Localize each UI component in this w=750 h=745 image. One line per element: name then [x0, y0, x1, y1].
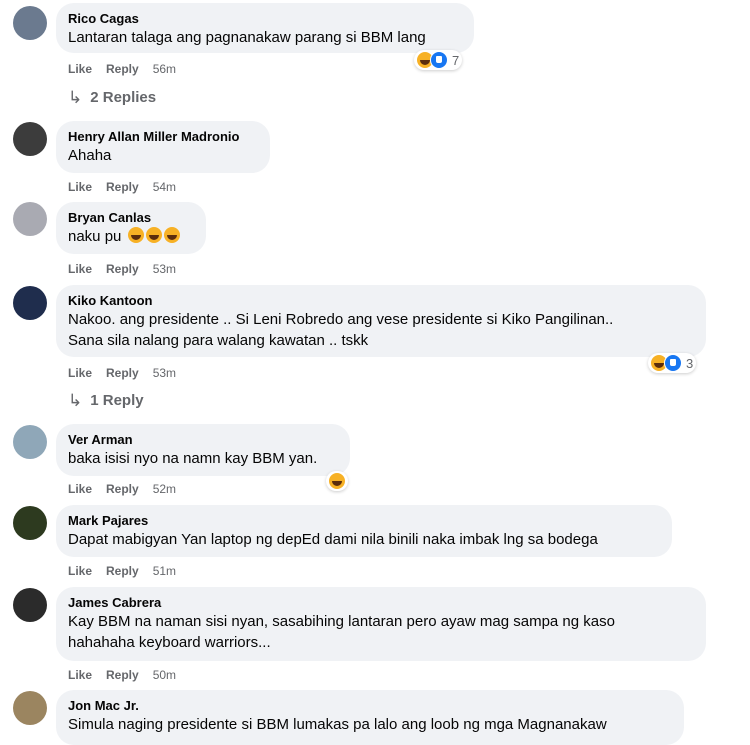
- timestamp[interactable]: 51m: [153, 564, 176, 578]
- comment-text-line: Sana sila nalang para walang kawatan .. …: [68, 332, 369, 349]
- comment-author[interactable]: Rico Cagas: [68, 10, 462, 27]
- comment-actions: Like Reply 53m: [68, 261, 190, 277]
- reaction-summary[interactable]: [326, 471, 348, 491]
- avatar[interactable]: [13, 506, 47, 540]
- comment-text-line: hahahaha keyboard warriors...: [68, 634, 271, 651]
- reply-arrow-icon: ↳: [68, 391, 83, 410]
- like-button[interactable]: Like: [68, 564, 92, 578]
- avatar[interactable]: [13, 588, 47, 622]
- comment-text: Ahaha: [68, 147, 112, 164]
- comment-bubble: Ver Arman baka isisi nyo na namn kay BBM…: [56, 424, 350, 476]
- replies-label: 2 Replies: [90, 89, 157, 106]
- reply-button[interactable]: Reply: [106, 668, 139, 682]
- reaction-count: 3: [686, 355, 694, 371]
- comment-bubble: James Cabrera Kay BBM na naman sisi nyan…: [56, 587, 706, 661]
- timestamp[interactable]: 53m: [153, 366, 176, 380]
- reaction-summary[interactable]: 7: [414, 50, 463, 70]
- view-replies-button[interactable]: ↳ 1 Reply: [68, 391, 144, 411]
- timestamp[interactable]: 52m: [153, 482, 176, 496]
- avatar[interactable]: [13, 6, 47, 40]
- reply-button[interactable]: Reply: [106, 366, 139, 380]
- comment-actions: Like Reply 52m: [68, 481, 190, 497]
- haha-icon: [328, 472, 346, 490]
- comment-text: baka isisi nyo na namn kay BBM yan.: [68, 450, 318, 467]
- reply-arrow-icon: ↳: [68, 88, 83, 107]
- comment-bubble: Jon Mac Jr. Simula naging presidente si …: [56, 690, 684, 745]
- like-button[interactable]: Like: [68, 262, 92, 276]
- avatar[interactable]: [13, 202, 47, 236]
- comment-actions: Like Reply 51m: [68, 563, 190, 579]
- comment-text: Dapat mabigyan Yan laptop ng depEd dami …: [68, 531, 598, 548]
- timestamp[interactable]: 50m: [153, 668, 176, 682]
- replies-label: 1 Reply: [90, 392, 144, 409]
- comment-bubble: Mark Pajares Dapat mabigyan Yan laptop n…: [56, 505, 672, 557]
- reaction-count: 7: [452, 52, 460, 68]
- timestamp[interactable]: 53m: [153, 262, 176, 276]
- view-replies-button[interactable]: ↳ 2 Replies: [68, 88, 156, 108]
- comment-text: Simula naging presidente si BBM lumakas …: [68, 716, 607, 733]
- like-button[interactable]: Like: [68, 366, 92, 380]
- comment-author[interactable]: James Cabrera: [68, 594, 694, 611]
- like-button[interactable]: Like: [68, 180, 92, 194]
- comment-actions: Like Reply 50m: [68, 667, 190, 683]
- comment-text-line: Kay BBM na naman sisi nyan, sasabihing l…: [68, 613, 615, 630]
- comment-bubble: Rico Cagas Lantaran talaga ang pagnanaka…: [56, 3, 474, 53]
- comment-bubble: Henry Allan Miller Madronio Ahaha: [56, 121, 270, 173]
- comment-author[interactable]: Kiko Kantoon: [68, 292, 694, 309]
- comment-author[interactable]: Bryan Canlas: [68, 209, 194, 226]
- haha-emoji-icon: [127, 227, 144, 243]
- reply-button[interactable]: Reply: [106, 62, 139, 76]
- comment-actions: Like Reply 56m: [68, 61, 190, 77]
- like-icon: [664, 354, 682, 372]
- timestamp[interactable]: 54m: [153, 180, 176, 194]
- reply-button[interactable]: Reply: [106, 564, 139, 578]
- haha-emoji-icon: [145, 227, 162, 243]
- reply-button[interactable]: Reply: [106, 262, 139, 276]
- comment-bubble: Bryan Canlas naku pu: [56, 202, 206, 254]
- like-button[interactable]: Like: [68, 62, 92, 76]
- comment-actions: Like Reply 54m: [68, 179, 190, 195]
- comment-author[interactable]: Mark Pajares: [68, 512, 660, 529]
- like-button[interactable]: Like: [68, 668, 92, 682]
- avatar[interactable]: [13, 691, 47, 725]
- reply-button[interactable]: Reply: [106, 180, 139, 194]
- comment-text: naku pu: [68, 226, 194, 247]
- reply-button[interactable]: Reply: [106, 482, 139, 496]
- comment-text-line: Nakoo. ang presidente .. Si Leni Robredo…: [68, 311, 614, 328]
- avatar[interactable]: [13, 122, 47, 156]
- comment-author[interactable]: Henry Allan Miller Madronio: [68, 128, 258, 145]
- comment-author[interactable]: Jon Mac Jr.: [68, 697, 672, 714]
- comment-author[interactable]: Ver Arman: [68, 431, 338, 448]
- like-button[interactable]: Like: [68, 482, 92, 496]
- comment-actions: Like Reply 53m: [68, 365, 190, 381]
- comment-bubble: Kiko Kantoon Nakoo. ang presidente .. Si…: [56, 285, 706, 357]
- comment-text: Lantaran talaga ang pagnanakaw parang si…: [68, 29, 426, 46]
- like-icon: [430, 51, 448, 69]
- comment-text-content: naku pu: [68, 228, 122, 245]
- avatar[interactable]: [13, 425, 47, 459]
- timestamp[interactable]: 56m: [153, 62, 176, 76]
- haha-emoji-icon: [163, 227, 180, 243]
- reaction-summary[interactable]: 3: [648, 353, 697, 373]
- avatar[interactable]: [13, 286, 47, 320]
